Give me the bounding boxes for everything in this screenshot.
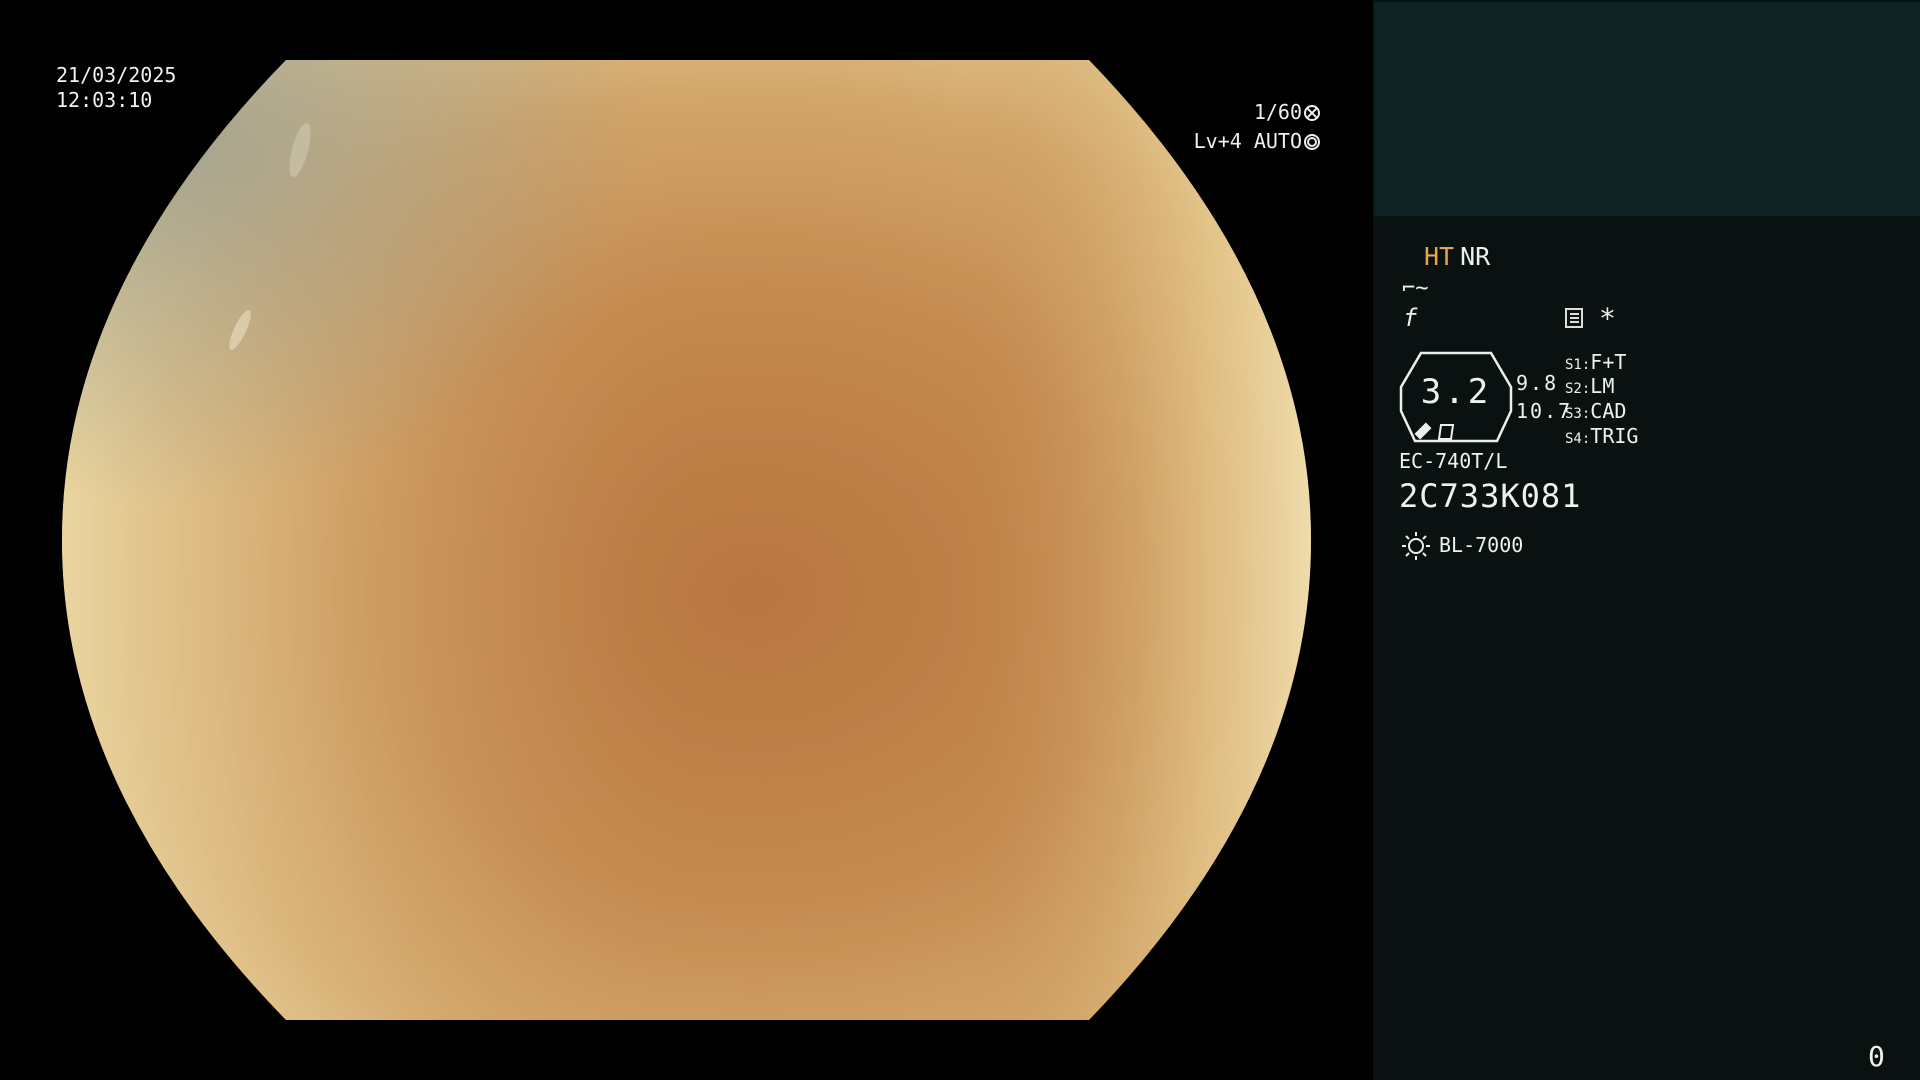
switch-key: S2: <box>1565 381 1591 397</box>
datetime-readout: 21/03/2025 12:03:10 <box>56 63 176 113</box>
endoscope-image <box>62 60 1311 1020</box>
asterisk-icon: * <box>1599 302 1616 335</box>
scope-serial-text: 2C733K081 <box>1399 477 1582 515</box>
channel-diameter-value: 3.2 <box>1420 372 1492 412</box>
mode-nr-label: NR <box>1460 242 1491 271</box>
light-source-icon <box>1402 532 1430 560</box>
frame-counter: 0 <box>1868 1040 1885 1073</box>
endoscopy-screen: 21/03/2025 12:03:10 1/60 Lv+4 AUTO HT NR … <box>0 0 1920 1080</box>
switch-key: S3: <box>1565 406 1591 422</box>
diameter-value-1: 9.8 <box>1516 371 1559 395</box>
gamma-icon: f <box>1403 304 1418 332</box>
switch-row-s2: S2:LM <box>1565 374 1614 398</box>
switch-key: S4: <box>1565 431 1591 447</box>
scope-model-text: EC-740T/L <box>1399 449 1508 473</box>
switch-row-s3: S3:CAD <box>1565 399 1626 423</box>
switch-value: CAD <box>1590 399 1627 423</box>
time-text: 12:03:10 <box>56 88 153 112</box>
light-source-model-text: BL-7000 <box>1439 533 1524 557</box>
shutter-row: 1/60 <box>1194 98 1320 127</box>
shutter-speed-text: 1/60 <box>1253 100 1302 124</box>
diameter-value-2: 10.7 <box>1516 399 1573 423</box>
iris-icon <box>1304 134 1320 150</box>
exposure-readout: 1/60 Lv+4 AUTO <box>1194 98 1320 156</box>
switch-value: TRIG <box>1590 424 1639 448</box>
shutter-icon <box>1304 105 1320 121</box>
image-mode-row: HT NR <box>1424 242 1490 271</box>
switch-key: S1: <box>1565 357 1591 373</box>
brightness-level-text: Lv+4 AUTO <box>1193 129 1302 153</box>
endoscope-view: 21/03/2025 12:03:10 1/60 Lv+4 AUTO <box>0 0 1372 1080</box>
info-panel: HT NR ⌐~ f * 3.2 9.8 10.7 S1:F+T S2:LM S3… <box>1373 0 1920 1080</box>
switch-value: LM <box>1590 374 1615 398</box>
menu-icon <box>1565 308 1583 328</box>
date-text: 21/03/2025 <box>56 63 177 87</box>
switch-value: F+T <box>1590 350 1627 374</box>
structure-enhance-icon: ⌐~ <box>1402 276 1429 301</box>
switch-row-s1: S1:F+T <box>1565 350 1626 374</box>
mode-ht-label: HT <box>1424 242 1455 271</box>
thumbnail-area <box>1374 2 1920 216</box>
brightness-row: Lv+4 AUTO <box>1194 127 1320 156</box>
switch-row-s4: S4:TRIG <box>1565 424 1638 448</box>
